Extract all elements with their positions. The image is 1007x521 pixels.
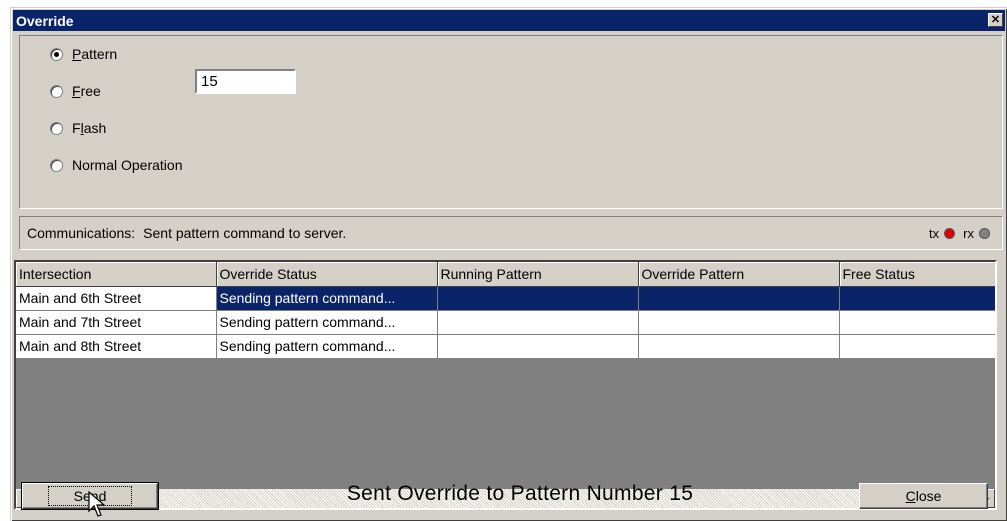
close-icon[interactable]: ✕ [988,13,1003,27]
mode-option-group: Pattern 15 Free Flash Normal Operation [19,35,1003,209]
radio-normal-operation-label: Normal Operation [72,157,183,173]
cell-override-status[interactable]: Sending pattern command... [216,334,438,359]
radio-free-button[interactable] [50,84,63,98]
pattern-number-input[interactable]: 15 [195,69,296,94]
cell-running-pattern[interactable] [437,334,639,359]
override-status-message: Sent Override to Pattern Number 15 [346,482,694,505]
intersection-grid[interactable]: Intersection Override Status Running Pat… [14,260,997,510]
rx-led-icon [979,228,990,239]
radio-normal-operation[interactable]: Normal Operation [50,155,183,175]
column-header-override-status[interactable]: Override Status [216,262,438,287]
table-row[interactable]: Main and 7th Street Sending pattern comm… [16,310,995,335]
cell-intersection[interactable]: Main and 7th Street [16,310,217,335]
radio-free[interactable]: Free [50,81,101,101]
table-header-row: Intersection Override Status Running Pat… [16,262,995,287]
radio-flash-label: Flash [72,120,107,136]
cell-override-pattern[interactable] [638,334,840,359]
table-row[interactable]: Main and 6th Street Sending pattern comm… [16,286,995,311]
tx-led-icon [944,228,956,239]
tx-label: tx [929,226,940,241]
intersection-table: Intersection Override Status Running Pat… [16,262,995,359]
cell-free-status[interactable] [839,334,995,359]
cell-free-status[interactable] [839,286,995,311]
communications-panel: Communications: Sent pattern command to … [19,216,1003,250]
tx-rx-indicators: tx rx [929,226,990,241]
close-button-label: Close [905,488,942,504]
communications-label: Communications: [27,225,136,241]
cell-free-status[interactable] [839,310,995,335]
table-row[interactable]: Main and 8th Street Sending pattern comm… [16,334,995,359]
cell-override-status[interactable]: Sending pattern command... [216,310,438,335]
radio-pattern-button[interactable] [50,47,63,61]
title-bar[interactable]: Override ✕ [13,10,1005,31]
column-header-running-pattern[interactable]: Running Pattern [437,262,639,287]
cell-intersection[interactable]: Main and 6th Street [16,286,217,311]
radio-pattern[interactable]: Pattern [50,44,117,64]
window-title: Override [16,12,74,29]
cell-running-pattern[interactable] [437,286,639,311]
communications-message: Sent pattern command to server. [143,225,347,241]
cell-running-pattern[interactable] [437,310,639,335]
radio-flash-button[interactable] [50,121,63,135]
column-header-free-status[interactable]: Free Status [839,262,995,287]
radio-normal-operation-button[interactable] [50,158,63,172]
cell-override-pattern[interactable] [638,286,840,311]
cell-override-status[interactable]: Sending pattern command... [216,286,438,311]
radio-flash[interactable]: Flash [50,118,106,138]
rx-label: rx [963,226,974,241]
column-header-override-pattern[interactable]: Override Pattern [638,262,840,287]
column-header-intersection[interactable]: Intersection [16,262,217,287]
mouse-cursor-icon [88,491,106,517]
cell-override-pattern[interactable] [638,310,840,335]
cell-intersection[interactable]: Main and 8th Street [16,334,217,359]
radio-pattern-label: Pattern [72,46,118,62]
close-button[interactable]: Close [859,483,988,509]
radio-free-label: Free [72,83,101,99]
